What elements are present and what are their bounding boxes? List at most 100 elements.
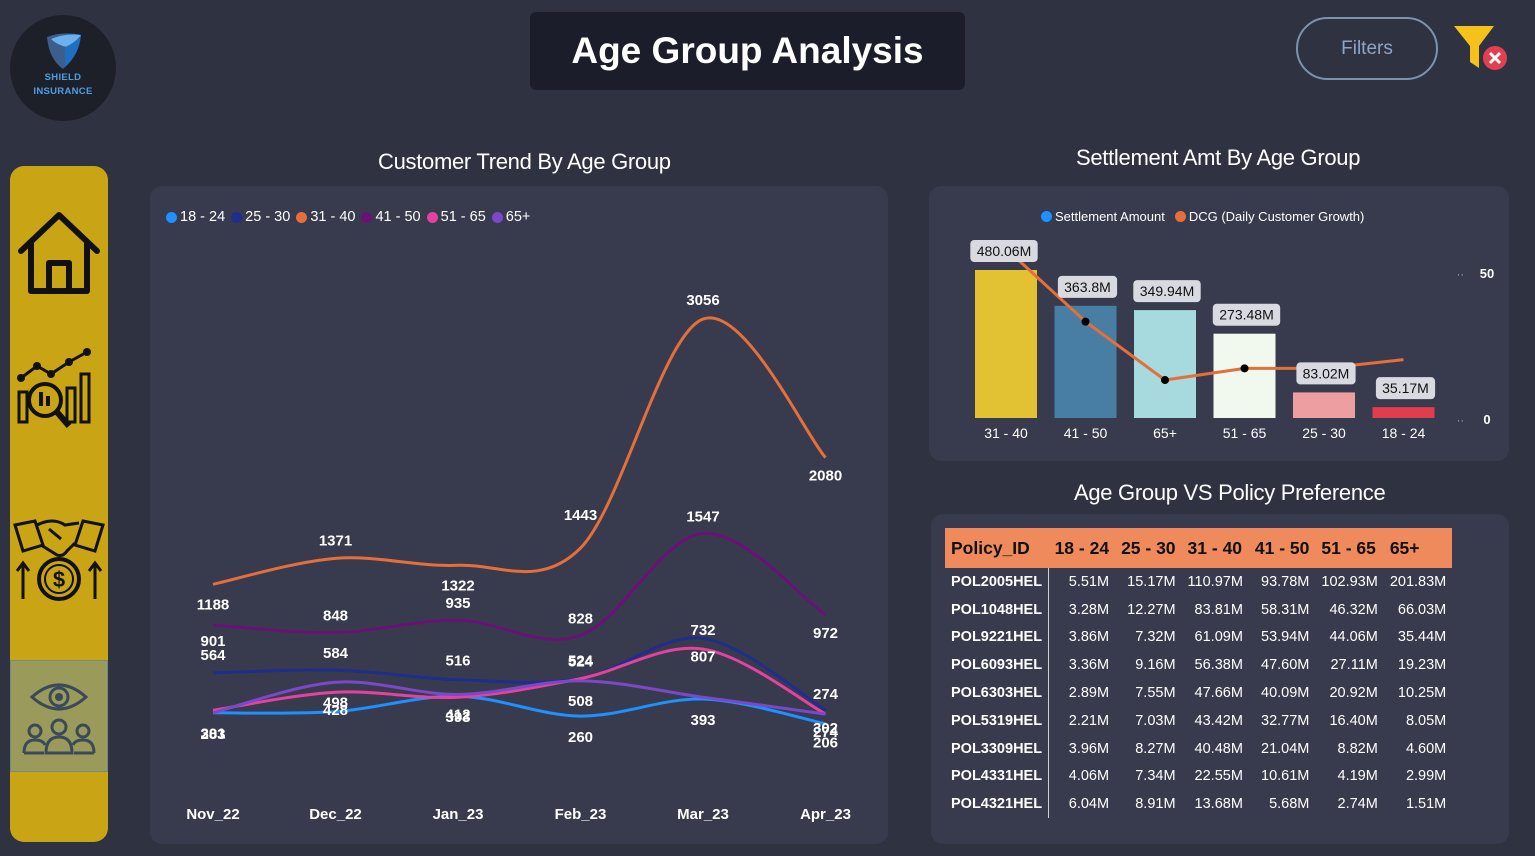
amount-cell: 66.03M [1397,601,1447,618]
amount-cell: 201.83M [1389,573,1447,590]
policy-id-cell: POL4331HEL [945,762,1050,791]
sidebar-item-analytics[interactable] [10,342,108,442]
x-tick-label: Feb_23 [555,806,607,823]
clear-filters-button[interactable] [1452,22,1508,74]
amount-cell: 16.40M [1329,712,1378,729]
x-tick-label: 18 - 24 [1382,425,1426,441]
policy-id-cell: POL4321HEL [945,790,1050,819]
amount-cell: 3.36M [1068,657,1110,674]
settlement-bar[interactable] [975,270,1037,418]
sidebar-item-age-group[interactable] [10,660,108,772]
amount-cell: 44.06M [1329,629,1378,646]
policy-id-cell: POL5319HEL [945,706,1050,735]
data-label: 1443 [564,507,597,524]
amount-cell: 5.68M [1269,796,1310,813]
data-label: 2080 [809,468,842,485]
dcg-point [1240,364,1249,373]
data-label: 935 [445,595,470,612]
amount-cell: 47.66M [1194,685,1243,702]
data-label: 283 [200,726,225,743]
data-label: 508 [568,693,593,710]
logo-line2: INSURANCE [33,86,93,97]
policy-id-cell: POL9221HEL [945,623,1050,652]
x-tick-label: 41 - 50 [1064,425,1108,441]
amount-cell: 1.51M [1405,796,1447,813]
amount-cell: 61.09M [1194,629,1243,646]
amount-cell: 46.32M [1329,601,1378,618]
series-line-31-40 [212,316,827,586]
policy-id-cell: POL3309HEL [945,734,1050,763]
dcg-point [1161,376,1169,385]
table-header-row: Policy_ID 18 - 24 25 - 30 31 - 40 41 - 50 51 … [945,528,1453,568]
sidebar-item-home[interactable] [10,188,108,318]
data-label: 828 [568,610,593,627]
column-header[interactable]: 51 - 65 [1315,528,1384,568]
handshake-money-icon: $ [13,519,105,601]
table-row[interactable]: POL3309HEL 3.96M 8.27M 40.48M 21.04M 8.82M 4.6… [945,734,1452,763]
column-header[interactable]: Policy_ID [945,528,1049,568]
settlement-title: Settlement Amt By Age Group [1076,145,1361,170]
x-tick-label: 25 - 30 [1302,425,1346,441]
settlement-bar[interactable] [1372,407,1435,418]
sidebar-item-settlement[interactable]: $ [10,502,108,612]
eye-group-icon [22,683,96,755]
settlement-bar[interactable] [1293,392,1355,418]
data-label: 412 [445,706,470,723]
amount-cell: 12.27M [1127,601,1176,618]
table-row[interactable]: POL4321HEL 6.04M 8.91M 13.68M 5.68M 2.74M 1.51… [945,790,1452,819]
page-title-box: Age Group Analysis [530,12,965,90]
amount-cell: 35.44M [1397,629,1447,646]
table-row[interactable]: POL5319HEL 2.21M 7.03M 43.42M 32.77M 16.40M 8.… [945,706,1452,735]
amount-cell: 19.23M [1397,657,1447,674]
logo-line1: SHIELD [44,72,82,83]
amount-cell: 20.92M [1329,685,1378,702]
sidebar-nav: $ [10,166,108,842]
bar-value-label: 480.06M [977,243,1031,259]
bar-value-label: 273.48M [1219,307,1273,323]
x-tick-label: Dec_22 [309,806,362,823]
policy-id-cell: POL1048HEL [945,595,1050,624]
amount-cell: 47.60M [1261,657,1310,674]
table-row[interactable]: POL9221HEL 3.86M 7.32M 61.09M 53.94M 44.06M 35… [945,623,1452,652]
series-line-25-30 [212,636,827,712]
table-row[interactable]: POL2005HEL 5.51M 15.17M 110.97M 93.78M 102.93… [945,568,1452,596]
amount-cell: 15.17M [1127,573,1176,590]
table-row[interactable]: POL6093HEL 3.36M 9.16M 56.38M 47.60M 27.11M 19… [945,651,1452,680]
column-header[interactable]: 31 - 40 [1181,528,1249,568]
amount-cell: 8.27M [1135,740,1176,757]
column-header[interactable]: 18 - 24 [1048,528,1116,568]
data-label: 274 [813,686,839,703]
filters-button[interactable]: Filters [1296,17,1438,80]
x-tick-label: 51 - 65 [1223,425,1267,441]
settlement-bar[interactable] [1213,333,1276,418]
y2-tick-label: 0 [1483,412,1490,427]
amount-cell: 40.48M [1194,740,1243,757]
amount-cell: 56.38M [1194,657,1243,674]
x-tick-label: 65+ [1153,425,1177,441]
data-label: 584 [323,645,349,662]
data-label: 498 [323,694,348,711]
table-row[interactable]: POL1048HEL 3.28M 12.27M 83.81M 58.31M 46.32M 6… [945,595,1452,624]
policy-preference-table: Policy_ID 18 - 24 25 - 30 31 - 40 41 - 50 51 … [945,528,1453,819]
amount-cell: 32.77M [1261,712,1310,729]
data-label: 848 [323,608,348,625]
table-row[interactable]: POL4331HEL 4.06M 7.34M 22.55M 10.61M 4.19M 2.9… [945,762,1452,791]
y2-tick-mark: ·· [1457,415,1464,427]
customer-trend-chart: 260 206564 584 516 524 8073021188137113221443… [186,292,851,823]
data-label: 1188 [197,596,230,613]
amount-cell: 7.32M [1135,629,1176,646]
table-row[interactable]: POL6303HEL 2.89M 7.55M 47.66M 40.09M 20.92M 10… [945,679,1452,707]
page-title: Age Group Analysis [571,30,924,71]
amount-cell: 93.78M [1261,573,1310,590]
amount-cell: 5.51M [1068,573,1110,590]
column-header[interactable]: 65+ [1383,528,1453,568]
policy-title: Age Group VS Policy Preference [1074,480,1386,505]
company-logo: SHIELD INSURANCE [10,15,116,121]
data-label: 972 [813,625,838,642]
amount-cell: 6.04M [1068,796,1110,813]
column-header[interactable]: 41 - 50 [1248,528,1316,568]
column-header[interactable]: 25 - 30 [1115,528,1182,568]
amount-cell: 4.06M [1068,768,1110,785]
data-label: 1547 [686,508,719,525]
amount-cell: 21.04M [1261,740,1310,757]
